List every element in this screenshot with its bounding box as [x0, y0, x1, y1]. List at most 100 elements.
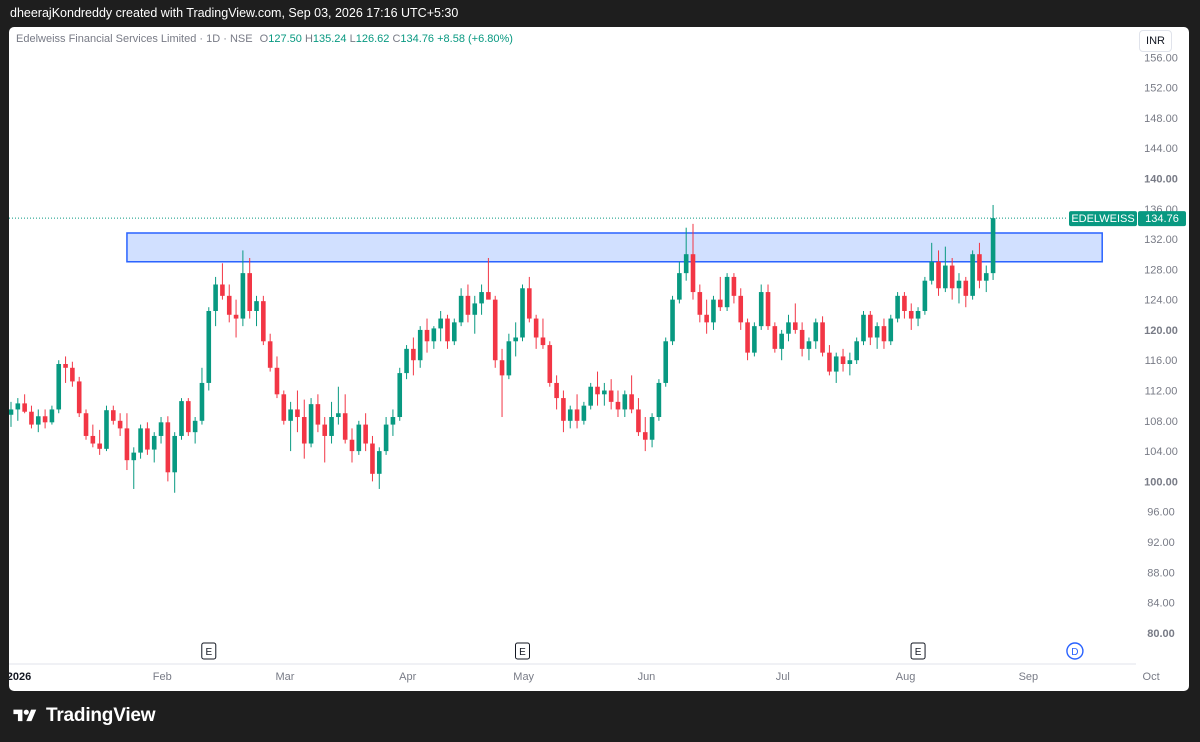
y-tick-label: 128.00: [1144, 264, 1178, 276]
candle-body: [765, 292, 771, 327]
candle-body: [547, 345, 553, 383]
currency-button[interactable]: INR: [1139, 30, 1172, 52]
candle-body: [915, 310, 921, 319]
candle-body: [663, 341, 669, 383]
y-tick-label: 88.00: [1147, 567, 1175, 579]
candle-body: [827, 352, 832, 372]
price-chart[interactable]: 156.00152.00148.00144.00140.00136.00132.…: [9, 27, 1189, 691]
candle-body: [90, 435, 96, 444]
candle-body: [588, 386, 593, 406]
earnings-marker-label: E: [205, 647, 212, 658]
dividend-marker-label: D: [1071, 647, 1078, 658]
candle-body: [943, 265, 948, 289]
candle-body: [861, 314, 866, 342]
x-tick-label: Apr: [399, 671, 416, 683]
candle-body: [561, 398, 566, 421]
x-tick-label: Feb: [153, 671, 172, 683]
open-value: 127.50: [268, 33, 302, 45]
candle-body: [629, 394, 634, 410]
symbol-tag-text: EDELWEISS: [1071, 213, 1134, 225]
candle-body: [97, 443, 102, 449]
last-price-label: 134.76: [1145, 213, 1179, 225]
candle-body: [438, 318, 443, 329]
candle-body: [786, 322, 791, 334]
candle-body: [104, 410, 109, 449]
candle-body: [608, 390, 614, 402]
high-value: 135.24: [312, 33, 347, 45]
candle-body: [527, 288, 532, 319]
candle-body: [970, 254, 975, 296]
close-value: 134.76: [400, 33, 435, 45]
candle-body: [9, 409, 14, 415]
candle-body: [779, 333, 784, 349]
candle-body: [329, 417, 334, 436]
candle-body: [738, 295, 744, 323]
candle-body: [397, 373, 403, 418]
candle-body: [158, 422, 164, 436]
candle-body: [226, 295, 232, 315]
candle-body: [554, 382, 559, 399]
attribution-text: dheerajKondreddy created with TradingVie…: [10, 6, 459, 20]
candle-body: [513, 337, 518, 342]
earnings-marker-label: E: [915, 647, 922, 658]
candle-body: [847, 360, 853, 365]
low-value: 126.62: [355, 33, 390, 45]
candle-body: [424, 329, 430, 342]
candle-body: [206, 310, 212, 383]
y-tick-label: 84.00: [1147, 598, 1175, 610]
chart-frame[interactable]: 156.00 152.00 148.00 144.00 140.00 136.00 132.…: [9, 27, 1189, 691]
candle-body: [711, 299, 716, 323]
y-tick-label: 108.00: [1144, 416, 1178, 428]
candle-body: [704, 314, 709, 323]
candle-body: [697, 292, 703, 315]
candle-body: [452, 322, 457, 342]
candle-body: [670, 299, 675, 342]
candle-body: [172, 435, 177, 473]
candle-body: [192, 420, 198, 433]
candle-body: [411, 348, 416, 361]
y-tick-label: 96.00: [1147, 507, 1175, 519]
candle-body: [22, 403, 27, 412]
candle-body: [376, 451, 382, 474]
candle-body: [281, 394, 287, 421]
y-tick-label: 120.00: [1144, 325, 1178, 337]
candle-body: [247, 273, 252, 311]
candle-body: [404, 348, 409, 374]
candle-body: [499, 360, 505, 376]
high-label: H: [304, 33, 313, 45]
candle-body: [124, 428, 130, 461]
candle-body: [506, 341, 512, 376]
candle-body: [731, 276, 737, 296]
candle-body: [322, 424, 328, 436]
candle-body: [383, 424, 389, 452]
candle-body: [213, 284, 218, 311]
candle-body: [70, 367, 75, 382]
candle-body: [472, 303, 478, 315]
candle-body: [956, 280, 962, 289]
y-tick-label: 132.00: [1144, 234, 1178, 246]
candle-body: [76, 381, 82, 414]
candle-body: [370, 443, 375, 474]
resistance-zone[interactable]: [126, 232, 1103, 263]
y-tick-label: 100.00: [1144, 476, 1178, 488]
candle-body: [963, 280, 969, 296]
candle-body: [220, 284, 225, 296]
candle-body: [465, 295, 471, 315]
candle-body: [83, 413, 89, 436]
x-tick-label: Oct: [1143, 671, 1160, 683]
candle-body: [186, 401, 191, 433]
candle-body: [649, 417, 655, 440]
candle-body: [165, 422, 171, 473]
earnings-marker-label: E: [519, 647, 526, 658]
candle-body: [677, 273, 682, 300]
candle-body: [793, 322, 798, 330]
candle-body: [567, 409, 573, 421]
candle-body: [56, 364, 62, 410]
y-tick-label: 156.00: [1144, 52, 1178, 64]
candle-body: [261, 301, 266, 342]
candle-body: [35, 416, 41, 425]
y-tick-label: 112.00: [1145, 386, 1178, 398]
candle-body: [15, 403, 21, 410]
candle-body: [636, 409, 641, 433]
candle-body: [356, 424, 362, 452]
